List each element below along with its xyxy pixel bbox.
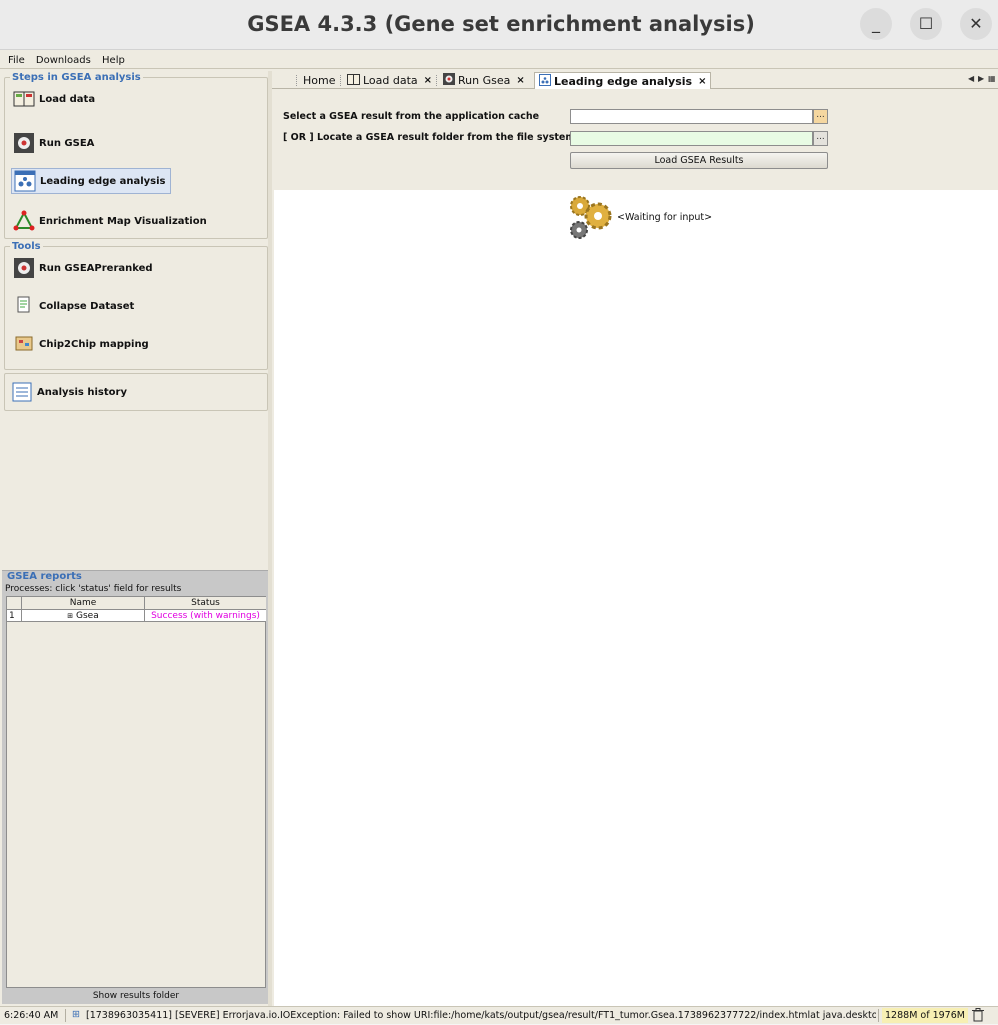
tab-bar: Home Load data × Run Gsea × Leading edge… xyxy=(272,71,998,89)
table-cell-status[interactable]: Success (with warnings) xyxy=(145,610,266,622)
leading-edge-icon xyxy=(539,73,551,89)
book-icon xyxy=(13,88,35,110)
load-gsea-results-button[interactable]: Load GSEA Results xyxy=(570,152,828,169)
nav-label: Load data xyxy=(39,93,96,105)
nav-analysis-history[interactable]: Analysis history xyxy=(9,379,131,405)
network-icon xyxy=(13,210,35,232)
tab-label: Load data xyxy=(363,74,418,87)
results-canvas: <Waiting for input> xyxy=(274,190,998,1006)
nav-label: Analysis history xyxy=(37,386,127,398)
nav-run-gsea[interactable]: Run GSEA xyxy=(11,130,98,156)
chip-map-icon xyxy=(13,333,35,355)
table-cell-name: Gsea xyxy=(76,611,99,621)
close-tab-icon[interactable]: × xyxy=(516,75,524,86)
tools-title: Tools xyxy=(10,241,43,253)
table-row-index: 1 xyxy=(7,610,22,622)
status-message: [1738963035411] [SEVERE] Errorjava.io.IO… xyxy=(86,1010,876,1021)
folder-browse-button[interactable]: ... xyxy=(813,131,828,146)
minimize-button[interactable]: _ xyxy=(860,8,892,40)
menu-downloads[interactable]: Downloads xyxy=(36,52,91,69)
reports-subtitle: Processes: click 'status' field for resu… xyxy=(5,584,182,594)
close-tab-icon[interactable]: × xyxy=(424,75,432,86)
nav-label: Leading edge analysis xyxy=(40,175,166,187)
tab-grip xyxy=(340,75,343,86)
waiting-status: <Waiting for input> xyxy=(617,212,713,223)
menu-help[interactable]: Help xyxy=(102,52,125,69)
nav-leading-edge[interactable]: Leading edge analysis xyxy=(11,168,171,194)
maximize-button[interactable]: ☐ xyxy=(910,8,942,40)
gsea-gear-icon xyxy=(13,132,35,154)
tab-list-icon[interactable]: ▦ xyxy=(988,74,996,83)
cache-browse-button[interactable]: ... xyxy=(813,109,828,124)
table-header-name[interactable]: Name xyxy=(22,597,145,610)
steps-title: Steps in GSEA analysis xyxy=(10,72,143,84)
tab-scroll-right-icon[interactable]: ▶ xyxy=(978,74,984,83)
cache-select[interactable] xyxy=(570,109,813,124)
folder-input[interactable] xyxy=(570,131,813,146)
tab-run-gsea[interactable]: Run Gsea × xyxy=(432,72,529,89)
gsea-gear-icon xyxy=(443,73,455,88)
nav-label: Enrichment Map Visualization xyxy=(39,215,207,227)
tab-grip xyxy=(436,75,439,86)
nav-load-data[interactable]: Load data xyxy=(11,86,99,112)
nav-label: Run GSEA xyxy=(39,137,95,149)
show-results-folder-button[interactable]: Show results folder xyxy=(6,989,266,1003)
maximize-icon: ☐ xyxy=(918,14,934,33)
nav-label: Run GSEAPreranked xyxy=(39,262,153,274)
minimize-icon: _ xyxy=(872,14,880,33)
folder-label: [ OR ] Locate a GSEA result folder from … xyxy=(283,132,576,143)
panel-splitter[interactable] xyxy=(268,71,272,1006)
tab-leading-edge-analysis[interactable]: Leading edge analysis × xyxy=(534,72,712,89)
steps-group: Steps in GSEA analysis Load data Run GSE… xyxy=(4,72,268,239)
close-button[interactable]: ✕ xyxy=(960,8,992,40)
leading-edge-icon xyxy=(14,170,36,192)
expand-icon[interactable]: ⊞ xyxy=(72,1009,80,1020)
tab-home[interactable]: Home xyxy=(292,72,339,89)
gsea-reports-panel: GSEA reports Processes: click 'status' f… xyxy=(2,570,268,1004)
tools-group: Tools Run GSEAPreranked Collapse Dataset… xyxy=(4,241,268,370)
status-bar: 6:26:40 AM ⊞ [1738963035411] [SEVERE] Er… xyxy=(0,1006,998,1024)
table-row-name[interactable]: ⊞ Gsea xyxy=(22,610,145,622)
reports-title: GSEA reports xyxy=(7,571,82,582)
nav-collapse-dataset[interactable]: Collapse Dataset xyxy=(11,293,138,319)
gears-icon xyxy=(568,194,616,246)
status-separator xyxy=(878,1009,879,1022)
reports-table: Name Status 1 ⊞ Gsea Success (with warni… xyxy=(6,596,266,988)
status-time: 6:26:40 AM xyxy=(4,1010,59,1021)
document-icon xyxy=(13,295,35,317)
tab-label: Leading edge analysis xyxy=(554,74,693,88)
nav-label: Chip2Chip mapping xyxy=(39,338,149,350)
close-tab-icon[interactable]: × xyxy=(698,76,706,87)
cache-label: Select a GSEA result from the applicatio… xyxy=(283,111,540,122)
left-panel: Steps in GSEA analysis Load data Run GSE… xyxy=(2,71,268,566)
trash-icon[interactable] xyxy=(972,1008,984,1025)
menu-file[interactable]: File xyxy=(8,52,25,69)
tab-scroll-left-icon[interactable]: ◀ xyxy=(968,74,974,83)
tab-label: Home xyxy=(303,74,336,87)
memory-indicator: 1288M of 1976M xyxy=(882,1008,968,1023)
window-title: GSEA 4.3.3 (Gene set enrichment analysis… xyxy=(247,12,755,36)
table-header-status[interactable]: Status xyxy=(145,597,266,610)
tab-label: Run Gsea xyxy=(458,74,511,87)
close-icon: ✕ xyxy=(969,14,983,33)
nav-run-gseapreranked[interactable]: Run GSEAPreranked xyxy=(11,255,157,281)
gsea-window: GSEA 4.3.3 (Gene set enrichment analysis… xyxy=(0,0,998,1024)
tab-load-data[interactable]: Load data × xyxy=(336,72,436,89)
tab-grip xyxy=(296,75,299,86)
nav-chip2chip[interactable]: Chip2Chip mapping xyxy=(11,331,153,357)
nav-enrichment-map[interactable]: Enrichment Map Visualization xyxy=(11,208,211,234)
book-icon xyxy=(347,73,360,88)
leading-edge-form: Select a GSEA result from the applicatio… xyxy=(274,90,998,190)
history-group: Analysis history xyxy=(4,373,268,411)
expand-icon: ⊞ xyxy=(67,612,74,620)
title-bar: GSEA 4.3.3 (Gene set enrichment analysis… xyxy=(0,0,998,50)
table-header-index xyxy=(7,597,22,610)
history-list-icon xyxy=(11,381,33,403)
status-separator xyxy=(65,1009,66,1022)
gsea-gear-icon xyxy=(13,257,35,279)
nav-label: Collapse Dataset xyxy=(39,300,135,312)
menu-bar: File Downloads Help xyxy=(0,52,998,69)
